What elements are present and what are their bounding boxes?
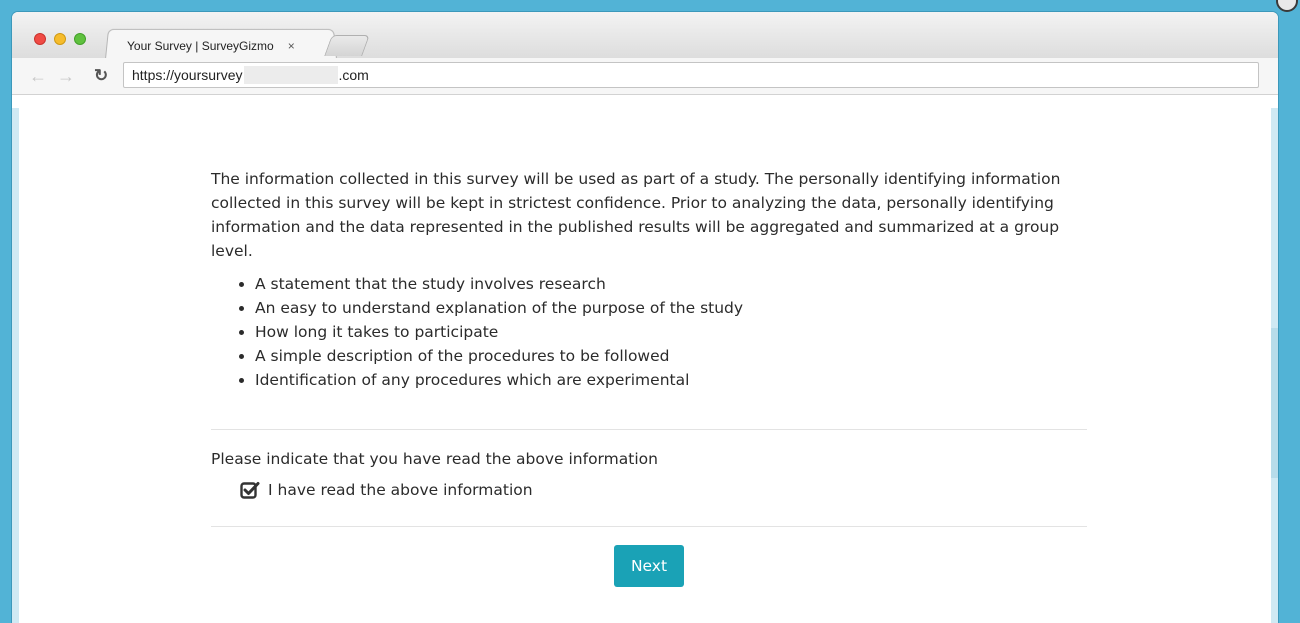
list-item: Identification of any procedures which a… (255, 368, 1087, 392)
tab-close-icon[interactable]: × (288, 39, 295, 53)
divider (211, 526, 1087, 527)
corner-badge (1276, 0, 1298, 12)
next-button-container: Next (211, 545, 1087, 587)
question-label: Please indicate that you have read the a… (211, 450, 658, 468)
browser-window: Your Survey | SurveyGizmo × ← → ↻ https:… (12, 12, 1278, 623)
scrollbar-thumb[interactable] (1271, 328, 1278, 478)
title-bar: Your Survey | SurveyGizmo × (12, 12, 1278, 59)
url-prefix: https://yoursurvey (132, 67, 243, 83)
minimize-window-button[interactable] (54, 33, 66, 45)
list-item: An easy to understand explanation of the… (255, 296, 1087, 320)
read-confirmation-option[interactable]: I have read the above information (240, 480, 1087, 500)
survey-content: The information collected in this survey… (211, 167, 1087, 587)
checkbox-checked-icon[interactable] (240, 480, 260, 500)
intro-text: The information collected in this survey… (211, 170, 1061, 260)
reload-icon[interactable]: ↻ (94, 66, 108, 86)
list-item: A statement that the study involves rese… (255, 272, 1087, 296)
address-bar[interactable]: https://yoursurvey .com (123, 62, 1259, 88)
forward-arrow-icon[interactable]: → (57, 66, 75, 86)
next-button[interactable]: Next (613, 545, 685, 587)
url-suffix: .com (338, 67, 369, 83)
page-scrollbar[interactable] (1271, 108, 1278, 623)
browser-tab-content: Your Survey | SurveyGizmo × (127, 36, 295, 56)
list-item: A simple description of the procedures t… (255, 344, 1087, 368)
divider (211, 429, 1087, 430)
list-item: How long it takes to participate (255, 320, 1087, 344)
close-window-button[interactable] (34, 33, 46, 45)
tab-title[interactable]: Your Survey | SurveyGizmo (127, 39, 274, 53)
page-left-border (12, 108, 19, 623)
back-arrow-icon[interactable]: ← (29, 66, 47, 86)
info-list: A statement that the study involves rese… (211, 272, 1087, 392)
maximize-window-button[interactable] (74, 33, 86, 45)
checkbox-label[interactable]: I have read the above information (268, 481, 533, 499)
url-redacted-block (243, 66, 338, 84)
new-tab-button[interactable] (324, 35, 370, 56)
browser-toolbar: ← → ↻ https://yoursurvey .com (12, 58, 1278, 95)
